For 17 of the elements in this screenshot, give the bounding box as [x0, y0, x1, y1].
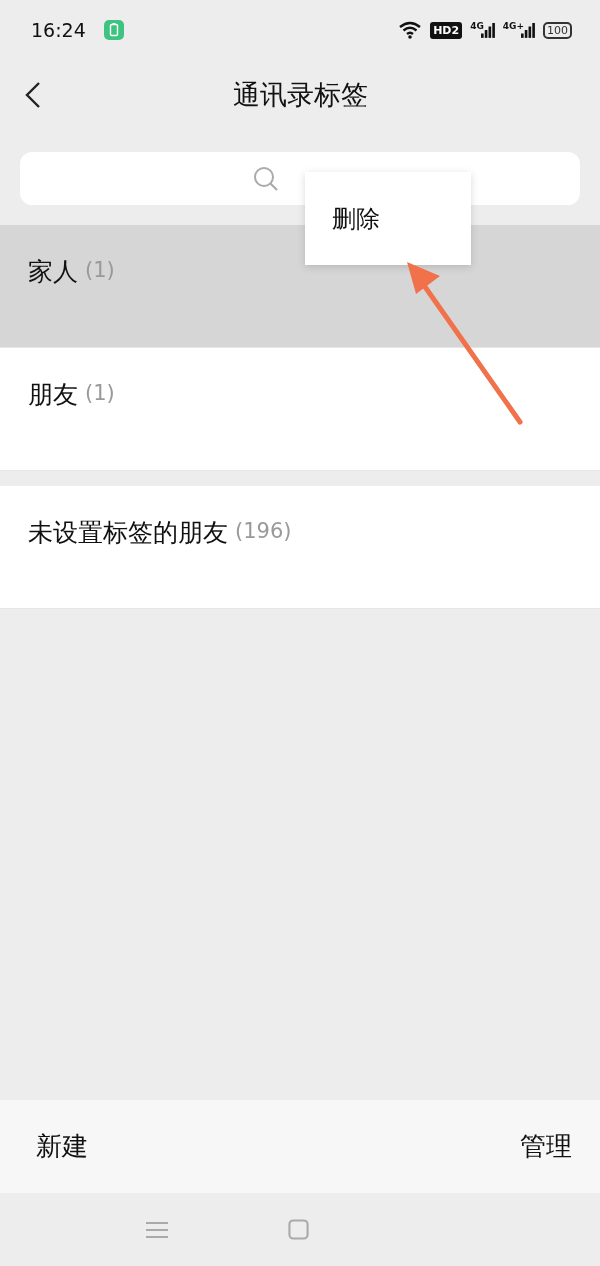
wifi-icon — [398, 21, 423, 39]
battery-level: 100 — [543, 21, 572, 39]
hd-badge: HD2 — [430, 21, 463, 39]
network-label: 4G+ — [502, 21, 524, 31]
battery-saver-icon — [103, 20, 124, 40]
new-button[interactable]: 新建 — [36, 1129, 88, 1164]
tag-row[interactable]: 朋友 (1) — [0, 348, 600, 471]
search-icon — [253, 165, 279, 192]
menu-icon[interactable] — [146, 1220, 168, 1239]
home-icon[interactable] — [288, 1219, 309, 1240]
page-title: 通讯录标签 — [232, 78, 368, 112]
status-time: 16:24 — [31, 19, 86, 41]
manage-button[interactable]: 管理 — [520, 1129, 572, 1164]
tag-row[interactable]: 未设置标签的朋友 (196) — [0, 486, 600, 609]
signal-icon — [521, 21, 535, 39]
network-label: 4G — [470, 21, 484, 31]
back-icon[interactable] — [25, 81, 41, 109]
